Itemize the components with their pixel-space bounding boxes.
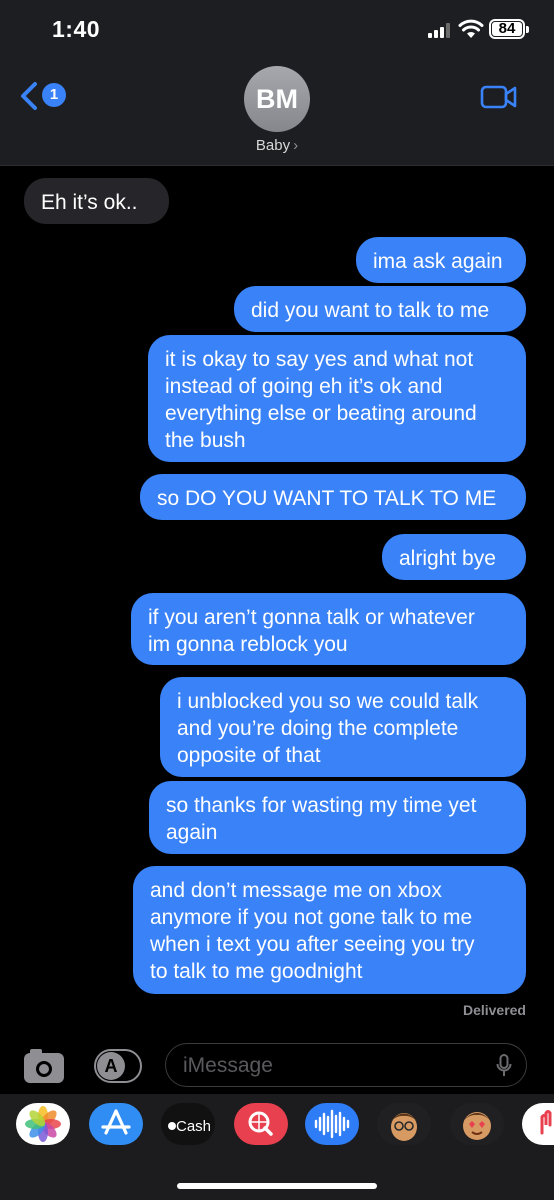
- photos-app-icon[interactable]: [16, 1103, 70, 1145]
- outgoing-message-bubble[interactable]: ima ask again: [356, 237, 526, 283]
- message-text-line: instead of going eh it’s ok and: [165, 375, 443, 398]
- incoming-message-bubble[interactable]: Eh it’s ok..: [24, 178, 169, 224]
- compose-bar: A iMessage: [0, 1040, 554, 1092]
- apple-cash-label: Cash: [176, 1118, 211, 1135]
- camera-button[interactable]: [24, 1049, 64, 1083]
- chevron-left-icon: [21, 82, 37, 110]
- message-text: ima ask again: [373, 250, 503, 273]
- contact-name: Baby: [255, 137, 291, 154]
- contact-name-button[interactable]: Baby ›: [227, 137, 327, 154]
- app-store-app-icon[interactable]: [89, 1103, 143, 1145]
- wifi-icon: [458, 19, 484, 38]
- microphone-icon[interactable]: [496, 1054, 512, 1078]
- message-text: so DO YOU WANT TO TALK TO ME: [157, 487, 497, 510]
- message-text-line: so thanks for wasting my time yet: [166, 794, 477, 817]
- message-text-line: when i text you after seeing you try: [150, 933, 475, 956]
- battery-icon: 84: [489, 19, 529, 39]
- audio-message-app-icon[interactable]: [305, 1103, 359, 1145]
- message-input-placeholder: iMessage: [183, 1054, 273, 1077]
- facetime-video-icon[interactable]: [480, 84, 518, 110]
- message-text-line: everything else or beating around: [165, 402, 477, 425]
- web-search-app-icon[interactable]: [234, 1103, 288, 1145]
- message-text-line: again: [166, 821, 218, 844]
- outgoing-message-bubble[interactable]: if you aren’t gonna talk or whatever im g…: [131, 593, 526, 665]
- back-button[interactable]: 1: [20, 80, 70, 114]
- message-text: did you want to talk to me: [251, 299, 490, 322]
- outgoing-message-bubble[interactable]: alright bye: [382, 534, 526, 580]
- outgoing-message-bubble[interactable]: and don’t message me on xbox anymore if y…: [133, 866, 526, 994]
- outgoing-message-bubble[interactable]: it is okay to say yes and what not instea…: [148, 335, 526, 462]
- message-text-line: and you’re doing the complete: [177, 717, 459, 740]
- home-indicator: [177, 1183, 377, 1189]
- outgoing-message-bubble[interactable]: so DO YOU WANT TO TALK TO ME: [140, 474, 526, 520]
- apps-button[interactable]: A: [94, 1049, 142, 1083]
- status-bar: 1:40 84: [0, 0, 554, 60]
- apple-cash-app-icon[interactable]: Cash: [161, 1103, 215, 1145]
- status-time: 1:40: [52, 16, 101, 42]
- memoji-app-icon[interactable]: [377, 1103, 431, 1145]
- message-text-line: anymore if you not gone talk to me: [150, 906, 473, 929]
- message-text-line: and don’t message me on xbox: [150, 879, 442, 902]
- cellular-signal-icon: [428, 22, 452, 38]
- contact-avatar[interactable]: BM: [244, 66, 310, 132]
- unread-badge: 1: [42, 83, 66, 107]
- app-store-icon: A: [97, 1052, 125, 1080]
- message-text: alright bye: [399, 547, 496, 570]
- message-text-line: im gonna reblock you: [148, 633, 348, 656]
- outgoing-message-bubble[interactable]: i unblocked you so we could talk and you’…: [160, 677, 526, 777]
- outgoing-message-bubble[interactable]: so thanks for wasting my time yet again: [149, 781, 526, 854]
- message-text-line: i unblocked you so we could talk: [177, 690, 479, 713]
- message-text: Eh it’s ok..: [41, 191, 138, 214]
- message-input[interactable]: iMessage: [165, 1043, 527, 1087]
- message-text-line: to talk to me goodnight: [150, 960, 363, 983]
- camera-icon: [36, 1061, 52, 1077]
- message-text-line: it is okay to say yes and what not: [165, 348, 474, 371]
- memoji-stickers-app-icon[interactable]: [450, 1103, 504, 1145]
- battery-percent: 84: [498, 20, 516, 37]
- delivered-status: Delivered: [462, 1002, 526, 1018]
- digital-touch-app-icon[interactable]: [522, 1103, 554, 1145]
- message-text-line: if you aren’t gonna talk or whatever: [148, 606, 475, 629]
- outgoing-message-bubble[interactable]: did you want to talk to me: [234, 286, 526, 332]
- message-text-line: opposite of that: [177, 744, 321, 767]
- message-text-line: the bush: [165, 429, 246, 452]
- chevron-right-icon: ›: [293, 137, 299, 154]
